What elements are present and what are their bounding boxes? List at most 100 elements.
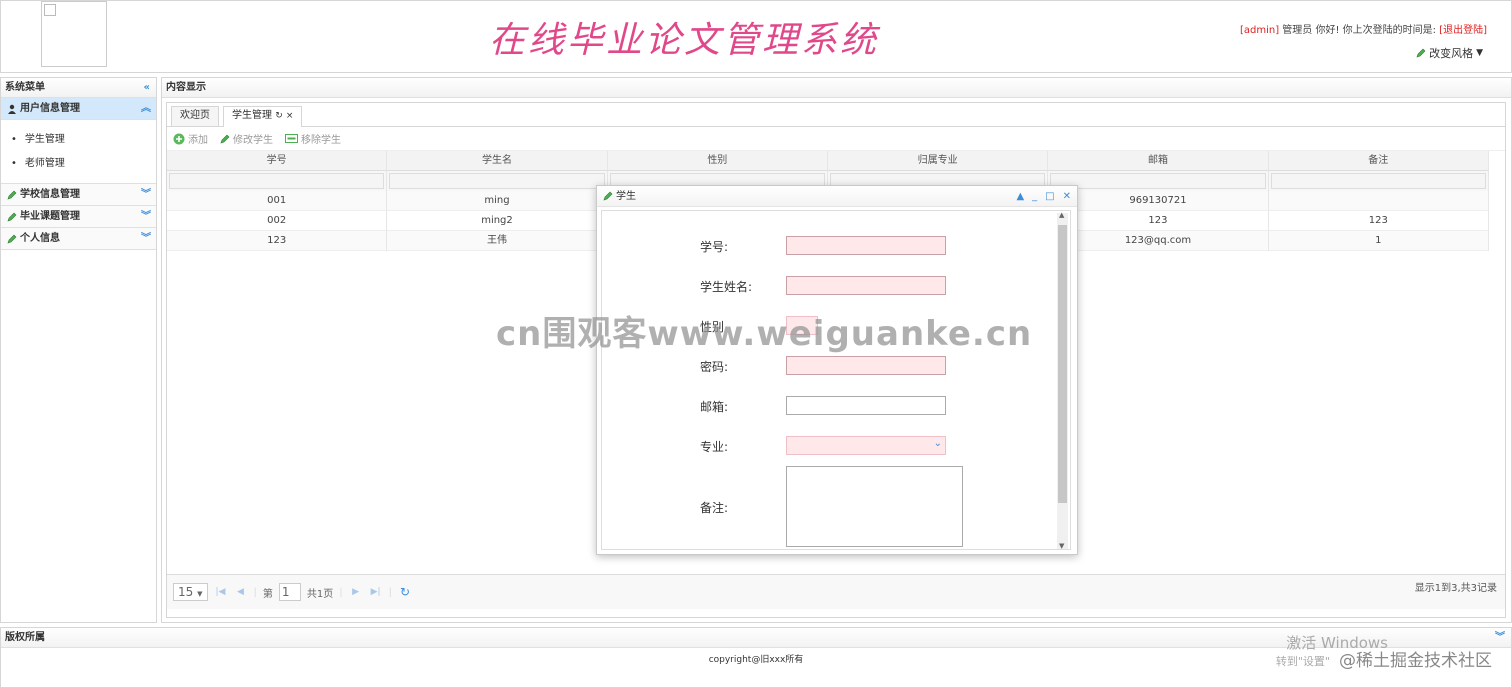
sidebar-group-label: 毕业课题管理	[20, 210, 80, 222]
footer-title: 版权所属 ︾	[1, 628, 1511, 648]
juejin-watermark: @稀土掘金技术社区	[1339, 651, 1492, 671]
sidebar-group-label: 个人信息	[20, 232, 60, 244]
dialog-form: 学号: 学生姓名: 性别 密码: 邮箱: 专业: ⌄ 备注: ▲ ▼	[601, 210, 1071, 550]
filter-input[interactable]	[1270, 173, 1486, 189]
filter-cell[interactable]	[167, 171, 388, 191]
sidebar-item-teachers[interactable]: 老师管理	[1, 156, 156, 180]
refresh-icon[interactable]: ↻	[275, 111, 283, 121]
filter-input[interactable]	[169, 173, 385, 189]
scroll-thumb[interactable]	[1058, 225, 1067, 503]
tab-welcome[interactable]: 欢迎页	[171, 106, 219, 126]
caret-down-icon: ▼	[1476, 48, 1483, 58]
table-cell: ming	[387, 191, 608, 211]
pager-divider: |	[388, 586, 392, 598]
filter-input[interactable]	[389, 173, 605, 189]
total-pages: 共1页	[306, 588, 334, 600]
sidebar-item-students[interactable]: 学生管理	[1, 132, 156, 156]
theme-switch-button[interactable]: 改变风格 ▼	[1416, 45, 1483, 61]
column-header[interactable]: 学号	[167, 151, 388, 171]
pencil-icon	[7, 190, 17, 199]
dialog-header[interactable]: 学生 ▲ _ □ ✕	[597, 186, 1077, 207]
content-title: 内容显示	[162, 78, 1511, 98]
table-cell: ming2	[387, 211, 608, 231]
add-icon	[173, 133, 185, 144]
filter-cell[interactable]	[1269, 171, 1489, 191]
prev-page-icon[interactable]: ◀	[234, 587, 248, 597]
email-field[interactable]	[786, 396, 946, 415]
table-cell: 王伟	[387, 231, 608, 251]
column-header[interactable]: 学生名	[387, 151, 608, 171]
double-chevron-down-icon[interactable]: ︾	[141, 206, 151, 228]
sidebar-group-school[interactable]: 学校信息管理 ︾	[1, 184, 156, 206]
major-select[interactable]: ⌄	[786, 436, 946, 455]
filter-input[interactable]	[1050, 173, 1266, 189]
double-chevron-down-icon[interactable]: ︾	[141, 184, 151, 206]
tab-bar: 欢迎页 学生管理 ↻ ×	[167, 103, 1505, 127]
filter-cell[interactable]	[1048, 171, 1269, 191]
page-size-value: 15	[178, 585, 194, 599]
table-cell: 123	[1268, 211, 1489, 231]
sidebar-group-user-items: 学生管理 老师管理	[1, 120, 156, 184]
password-label: 密码:	[700, 360, 729, 374]
double-chevron-left-icon[interactable]: «	[144, 78, 150, 98]
id-label: 学号:	[700, 240, 729, 254]
first-page-icon[interactable]: |◀	[214, 587, 228, 597]
scroll-down-icon[interactable]: ▼	[1059, 542, 1064, 549]
remark-label: 备注:	[700, 501, 729, 515]
pencil-icon	[7, 234, 17, 243]
add-button[interactable]: 添加	[173, 131, 208, 146]
tab-students[interactable]: 学生管理 ↻ ×	[223, 106, 303, 127]
double-chevron-down-icon[interactable]: ︾	[141, 228, 151, 250]
student-id-field[interactable]	[786, 236, 946, 255]
page-size-select[interactable]: 15 ▼	[173, 583, 208, 601]
user-greeting: 管理员 你好! 你上次登陆的时间是:	[1279, 25, 1440, 36]
sidebar-group-personal[interactable]: 个人信息 ︾	[1, 228, 156, 250]
broken-image-icon	[44, 4, 56, 16]
logout-link[interactable]: [退出登陆]	[1439, 25, 1487, 36]
sidebar-group-topics[interactable]: 毕业课题管理 ︾	[1, 206, 156, 228]
refresh-icon[interactable]: ↻	[398, 585, 412, 599]
double-chevron-up-icon[interactable]: ︽	[141, 98, 151, 120]
dialog-title: 学生	[616, 190, 636, 202]
last-page-icon[interactable]: ▶|	[369, 587, 383, 597]
filter-cell[interactable]	[387, 171, 608, 191]
edit-student-button[interactable]: 修改学生	[220, 131, 273, 146]
remove-student-button[interactable]: 移除学生	[285, 131, 341, 146]
double-chevron-down-icon[interactable]: ︾	[1495, 628, 1505, 648]
close-icon[interactable]: ×	[286, 111, 294, 121]
chevron-down-icon: ⌄	[933, 438, 942, 449]
column-header[interactable]: 邮箱	[1048, 151, 1269, 171]
maximize-icon[interactable]: □	[1045, 186, 1054, 207]
column-header[interactable]: 归属专业	[827, 151, 1049, 171]
scroll-up-icon[interactable]: ▲	[1059, 211, 1064, 219]
pencil-icon	[603, 191, 613, 201]
password-field[interactable]	[786, 356, 946, 375]
close-icon[interactable]: ✕	[1063, 186, 1071, 207]
major-label: 专业:	[700, 440, 729, 454]
site-title: 在线毕业论文管理系统	[489, 20, 880, 61]
minimize-icon[interactable]: _	[1032, 186, 1037, 207]
name-label: 学生姓名:	[700, 280, 753, 294]
column-header[interactable]: 备注	[1268, 151, 1489, 171]
remark-textarea[interactable]	[786, 466, 963, 547]
sidebar-group-user[interactable]: 用户信息管理 ︽	[1, 98, 156, 120]
pager-divider: |	[253, 586, 257, 598]
table-cell	[1268, 191, 1489, 211]
tab-label: 学生管理	[232, 110, 272, 121]
site-watermark: cn围观客www.weiguanke.cn	[496, 314, 1033, 354]
collapse-icon[interactable]: ▲	[1016, 186, 1024, 207]
edit-label: 修改学生	[233, 135, 273, 146]
student-name-field[interactable]	[786, 276, 946, 295]
table-cell: 001	[167, 191, 388, 211]
next-page-icon[interactable]: ▶	[349, 587, 363, 597]
dialog-tools: ▲ _ □ ✕	[1016, 186, 1071, 207]
pencil-icon	[7, 212, 17, 221]
toolbar: 添加 修改学生 移除学生	[167, 127, 1505, 151]
pagination-bar: 15 ▼ |◀ ◀ | 第 1 共1页 | ▶ ▶| | ↻ 显示1到3,共3记…	[167, 574, 1505, 609]
user-info: [admin] 管理员 你好! 你上次登陆的时间是: [退出登陆]	[1240, 21, 1487, 36]
dialog-scrollbar[interactable]: ▲ ▼	[1057, 211, 1068, 549]
page-number-input[interactable]: 1	[278, 583, 301, 601]
app-header: 在线毕业论文管理系统 [admin] 管理员 你好! 你上次登陆的时间是: [退…	[0, 0, 1512, 73]
pencil-icon	[220, 134, 230, 143]
column-header[interactable]: 性别	[607, 151, 828, 171]
